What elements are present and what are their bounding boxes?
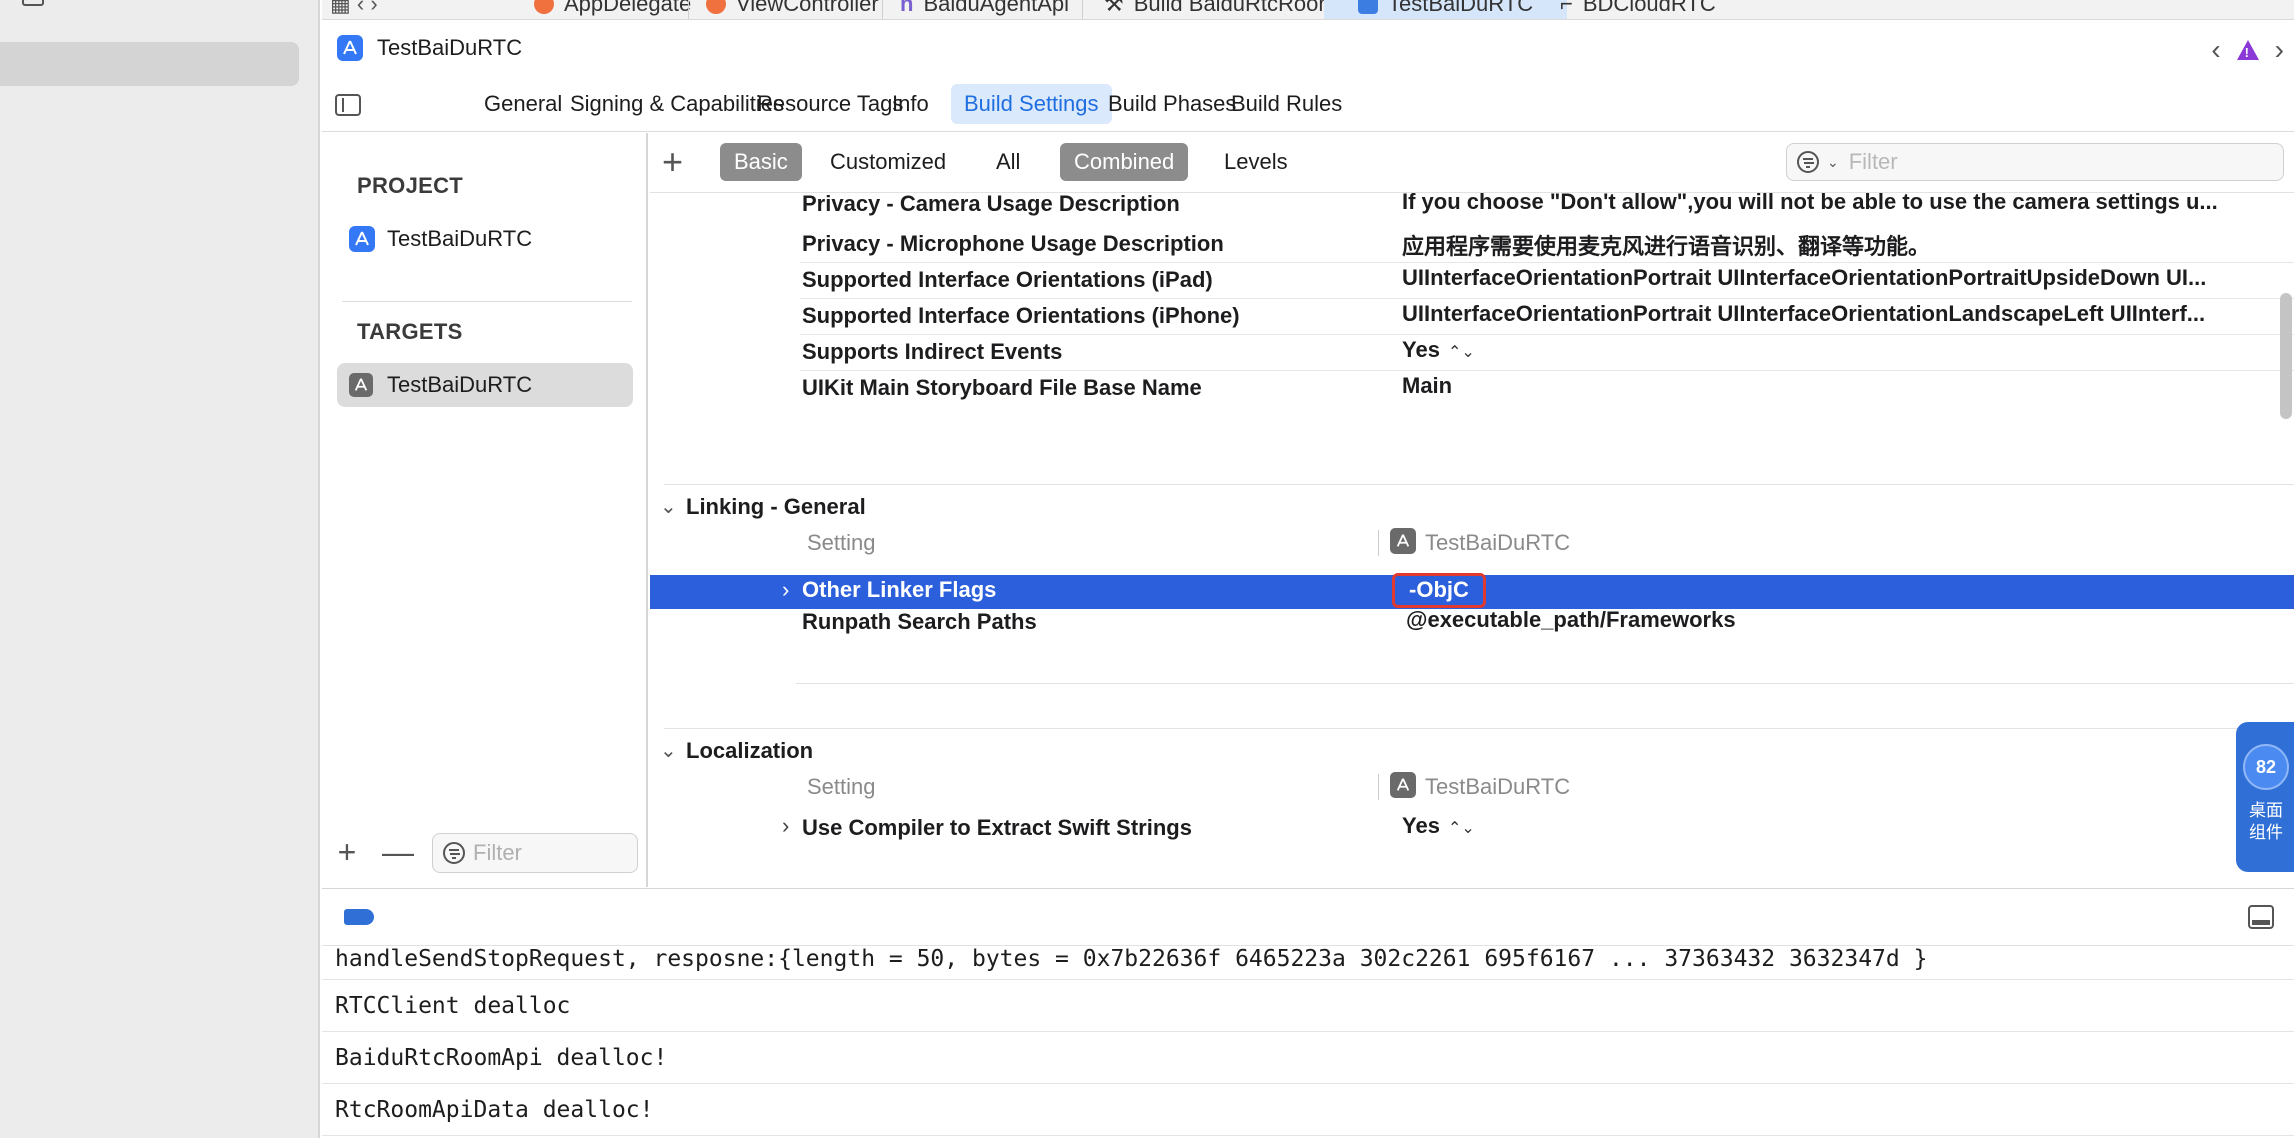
- scrollbar[interactable]: [2280, 293, 2292, 419]
- project-icon: [1358, 0, 1378, 14]
- filter-icon: [1797, 151, 1819, 173]
- file-tab-viewcontroller[interactable]: ViewController: [706, 0, 879, 19]
- log-line: BaiduRtcRoomApi dealloc!: [322, 1032, 2294, 1084]
- console-toggle-icon[interactable]: [2248, 905, 2274, 929]
- project-icon: [337, 35, 363, 61]
- project-icon: [349, 226, 375, 252]
- file-tab-appdelegate[interactable]: AppDelegate: [534, 0, 691, 19]
- add-setting-button[interactable]: +: [662, 141, 683, 183]
- stepper-icon[interactable]: ⌃⌄: [1448, 820, 1475, 837]
- file-tab-bar: ▦ ‹ › AppDelegate ViewController h BaiduA…: [322, 0, 2294, 20]
- section-linking-general[interactable]: ⌄ Linking - General: [650, 486, 2294, 526]
- chevron-right-icon[interactable]: ›: [2275, 34, 2284, 66]
- title-nav: ‹ ! ›: [2211, 34, 2284, 66]
- swift-file-icon: [706, 0, 726, 14]
- targets-header: TARGETS: [357, 319, 463, 344]
- warning-icon[interactable]: !: [2236, 40, 2259, 60]
- navigator-filter-input[interactable]: Filter: [432, 833, 638, 873]
- sidebar-selected-item[interactable]: [0, 42, 299, 86]
- project-header: PROJECT: [357, 173, 464, 198]
- filter-customized-button[interactable]: Customized: [816, 143, 960, 181]
- breakpoint-icon[interactable]: [344, 909, 374, 925]
- view-combined-button[interactable]: Combined: [1060, 143, 1189, 181]
- grid-icon[interactable]: ▦ ‹ ›: [330, 0, 378, 19]
- highlight-box: -ObjC: [1392, 573, 1486, 608]
- title-bar: TestBaiDuRTC ‹ ! ›: [322, 20, 2294, 76]
- swift-strings-row[interactable]: › Use Compiler to Extract Swift Strings …: [650, 811, 2294, 847]
- filter-basic-button[interactable]: Basic: [720, 143, 802, 181]
- settings-toolbar: + Basic Customized All Combined Levels ⌄…: [650, 133, 2294, 193]
- setting-row[interactable]: Supports Indirect Events Yes ⌃⌄: [650, 335, 2294, 371]
- log-line: RtcRoomApiData dealloc!: [322, 1084, 2294, 1136]
- setting-row[interactable]: Supported Interface Orientations (iPad) …: [650, 263, 2294, 299]
- setting-row[interactable]: UIKit Main Storyboard File Base Name Mai…: [650, 371, 2294, 407]
- filter-all-button[interactable]: All: [982, 143, 1034, 181]
- target-app-icon: [1390, 772, 1416, 798]
- file-tab-bdcloudrtc[interactable]: ⌐ BDCloudRTC: [1560, 0, 1716, 19]
- header-file-icon: h: [900, 0, 914, 16]
- target-app-icon: [1390, 528, 1416, 554]
- hammer-icon: ⚒: [1104, 0, 1124, 16]
- log-line: RTCClient dealloc: [322, 980, 2294, 1032]
- folder-icon: ⌐: [1560, 0, 1573, 16]
- build-settings-pane: + Basic Customized All Combined Levels ⌄…: [650, 133, 2294, 887]
- column-header: Setting TestBaiDuRTC: [807, 528, 1571, 556]
- column-header: Setting TestBaiDuRTC: [807, 772, 1571, 800]
- remove-target-button[interactable]: —: [382, 834, 414, 871]
- navigator-bottom-bar: + — Filter: [322, 817, 646, 887]
- left-sidebar: [0, 0, 320, 1138]
- project-item[interactable]: TestBaiDuRTC: [337, 217, 633, 261]
- debug-console: handleSendStopRequest, resposne:{length …: [322, 946, 2294, 1138]
- setting-row[interactable]: Privacy - Microphone Usage Description 应…: [650, 227, 2294, 263]
- tab-info[interactable]: Info: [879, 84, 942, 124]
- settings-filter-input[interactable]: ⌄ Filter: [1786, 143, 2284, 181]
- runpath-search-paths-row[interactable]: Runpath Search Paths @executable_path/Fr…: [650, 607, 2294, 647]
- setting-row[interactable]: Supported Interface Orientations (iPhone…: [650, 299, 2294, 335]
- tab-build-settings[interactable]: Build Settings: [951, 84, 1112, 124]
- chevron-right-icon[interactable]: ›: [782, 813, 789, 839]
- add-target-button[interactable]: +: [332, 834, 362, 871]
- chevron-right-icon[interactable]: ›: [782, 577, 789, 603]
- widget-label: 桌面组件: [2249, 801, 2283, 842]
- tab-build-rules[interactable]: Build Rules: [1218, 84, 1355, 124]
- sidebar-icon[interactable]: [22, 0, 44, 6]
- log-line: handleSendStopRequest, resposne:{length …: [322, 946, 2294, 980]
- widget-badge: 82: [2243, 744, 2289, 790]
- target-app-icon: [349, 373, 373, 397]
- section-localization[interactable]: ⌄ Localization: [650, 730, 2294, 770]
- target-item[interactable]: TestBaiDuRTC: [337, 363, 633, 407]
- chevron-left-icon[interactable]: ‹: [2211, 34, 2220, 66]
- file-tab-baiduagentapi[interactable]: h BaiduAgentApi: [900, 0, 1069, 19]
- filter-icon: [443, 842, 465, 864]
- editor-tab-bar: General Signing & Capabilities Resource …: [322, 76, 2294, 132]
- setting-row[interactable]: Privacy - Camera Usage Description If yo…: [650, 189, 2294, 229]
- project-navigator: PROJECT TestBaiDuRTC TARGETS TestBaiDuRT…: [322, 133, 648, 887]
- debug-bar: [322, 888, 2294, 946]
- view-levels-button[interactable]: Levels: [1210, 143, 1302, 181]
- stepper-icon[interactable]: ⌃⌄: [1448, 344, 1475, 361]
- chevron-down-icon[interactable]: ⌄: [660, 494, 677, 519]
- swift-file-icon: [534, 0, 554, 14]
- other-linker-flags-row[interactable]: › Other Linker Flags -ObjC: [650, 573, 2294, 609]
- chevron-down-icon[interactable]: ⌄: [660, 738, 677, 763]
- file-tab-testbaidurtc[interactable]: TestBaiDuRTC: [1324, 0, 1568, 19]
- sidebar-toggle-icon[interactable]: [335, 94, 361, 116]
- desktop-widget[interactable]: 82 桌面组件: [2236, 722, 2294, 872]
- chevron-down-icon: ⌄: [1827, 153, 1839, 170]
- nav-divider: [342, 301, 632, 302]
- window-title: TestBaiDuRTC: [377, 35, 523, 60]
